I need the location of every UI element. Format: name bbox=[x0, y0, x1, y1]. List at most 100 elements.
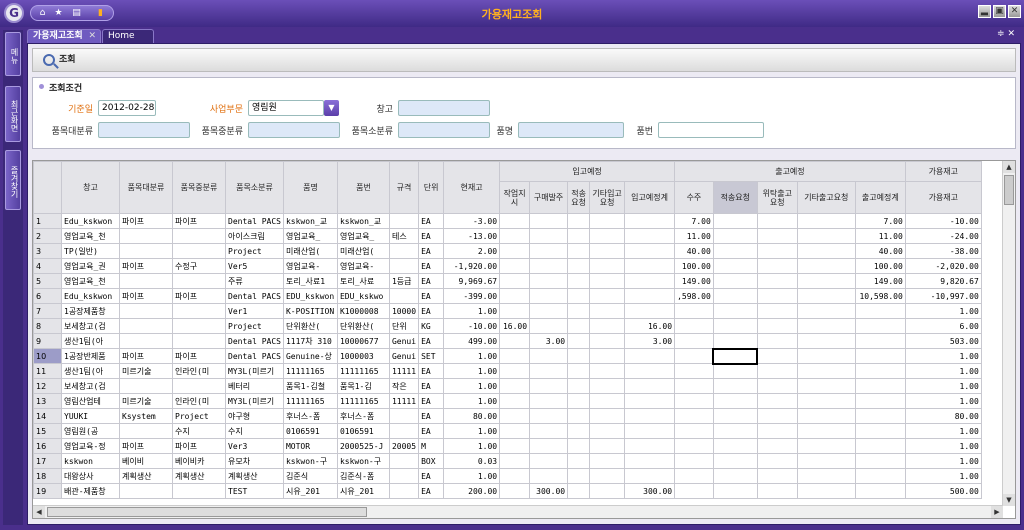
table-cell[interactable] bbox=[756, 408, 798, 424]
table-cell[interactable] bbox=[756, 483, 798, 499]
table-cell[interactable] bbox=[172, 333, 226, 349]
table-cell[interactable]: 1.00 bbox=[443, 363, 501, 379]
table-cell[interactable]: 300.00 bbox=[624, 483, 676, 499]
table-row[interactable]: 5 영업교육_천 주류 토리_사료1 토리_사료 1등급 EA 9,969.67 149.00 1… bbox=[33, 273, 982, 289]
table-cell[interactable]: 80.00 bbox=[443, 408, 501, 424]
table-cell[interactable]: 0.03 bbox=[443, 453, 501, 469]
table-cell[interactable] bbox=[567, 288, 591, 304]
header-warehouse[interactable]: 창고 bbox=[61, 161, 120, 214]
table-cell[interactable] bbox=[796, 303, 856, 319]
table-cell[interactable]: kskwon-구 bbox=[336, 453, 390, 469]
table-cell[interactable] bbox=[589, 243, 626, 259]
table-cell[interactable]: 11111 bbox=[388, 363, 420, 379]
table-cell[interactable] bbox=[499, 228, 531, 244]
table-cell[interactable]: 유모차 bbox=[225, 453, 284, 469]
table-cell[interactable] bbox=[388, 408, 420, 424]
table-cell[interactable]: 보세창고(검 bbox=[61, 318, 120, 334]
table-cell[interactable] bbox=[854, 363, 906, 379]
table-cell[interactable]: 영업교육_권 bbox=[61, 258, 120, 274]
table-cell[interactable]: 500.00 bbox=[904, 483, 982, 499]
table-cell[interactable]: 수지 bbox=[172, 423, 226, 439]
table-cell[interactable]: 1.00 bbox=[443, 468, 501, 484]
table-cell[interactable]: 단위 bbox=[388, 318, 420, 334]
table-cell[interactable]: 후너스-폼 bbox=[282, 408, 338, 424]
table-cell[interactable]: 수정구 bbox=[172, 258, 226, 274]
table-cell[interactable]: 토리_사료1 bbox=[282, 273, 338, 289]
table-cell[interactable] bbox=[119, 303, 173, 319]
table-cell[interactable] bbox=[172, 228, 226, 244]
division-select[interactable]: 영림원 bbox=[248, 100, 324, 116]
table-cell[interactable]: 149.00 bbox=[674, 273, 714, 289]
table-cell[interactable] bbox=[589, 468, 626, 484]
table-cell[interactable]: 40.00 bbox=[854, 243, 906, 259]
table-cell[interactable]: TP(일반) bbox=[61, 243, 120, 259]
table-cell[interactable] bbox=[172, 318, 226, 334]
table-cell[interactable] bbox=[172, 303, 226, 319]
table-cell[interactable] bbox=[567, 423, 591, 439]
table-cell[interactable]: 파이프 bbox=[119, 348, 173, 364]
table-cell[interactable] bbox=[499, 258, 531, 274]
table-cell[interactable]: Edu_kskwon bbox=[61, 213, 120, 229]
sidebar-item-favorites[interactable]: 즐겨찾기 bbox=[5, 150, 21, 210]
table-cell[interactable] bbox=[854, 438, 906, 454]
table-cell[interactable]: EA bbox=[418, 423, 445, 439]
table-cell[interactable] bbox=[756, 243, 798, 259]
table-cell[interactable]: 3.00 bbox=[529, 333, 569, 349]
item-name-field[interactable] bbox=[518, 122, 624, 138]
table-cell[interactable]: kskwon bbox=[61, 453, 120, 469]
table-cell[interactable]: -3.00 bbox=[443, 213, 501, 229]
header-unit[interactable]: 단위 bbox=[418, 161, 445, 214]
table-cell[interactable]: EDU_kskwon bbox=[282, 288, 338, 304]
table-cell[interactable]: EA bbox=[418, 258, 445, 274]
tab-home[interactable]: Home bbox=[102, 29, 154, 43]
table-row[interactable]: 17 kskwon 베이비 베이비카 유모차 kskwon-구 kskwon-구 BOX 0.0… bbox=[33, 453, 982, 469]
table-cell[interactable]: Project bbox=[172, 408, 226, 424]
table-cell[interactable] bbox=[499, 303, 531, 319]
table-cell[interactable]: 파이프 bbox=[119, 438, 173, 454]
table-cell[interactable] bbox=[567, 213, 591, 229]
table-row[interactable]: 8 보세창고(검 Project 단위환산(단위환산(단위 KG -10.00 16.00 1… bbox=[33, 318, 982, 334]
table-cell[interactable] bbox=[756, 288, 798, 304]
table-cell[interactable] bbox=[529, 318, 569, 334]
table-cell[interactable]: 시유_201 bbox=[282, 483, 338, 499]
table-cell[interactable] bbox=[529, 303, 569, 319]
table-cell[interactable] bbox=[854, 378, 906, 394]
table-cell[interactable]: 100.00 bbox=[854, 258, 906, 274]
table-row[interactable]: 1 Edu_kskwon 파이프 파이프 Dental PACS kskwon_교 kskw… bbox=[33, 213, 982, 229]
table-cell[interactable] bbox=[567, 243, 591, 259]
table-cell[interactable] bbox=[119, 243, 173, 259]
table-cell[interactable] bbox=[589, 213, 626, 229]
table-cell[interactable]: 11111165 bbox=[336, 363, 390, 379]
table-cell[interactable] bbox=[624, 243, 676, 259]
table-cell[interactable] bbox=[567, 333, 591, 349]
table-cell[interactable] bbox=[712, 483, 758, 499]
vertical-scrollbar[interactable]: ▲ ▼ bbox=[1002, 161, 1015, 506]
scroll-up-icon[interactable]: ▲ bbox=[1003, 161, 1015, 173]
table-cell[interactable] bbox=[567, 483, 591, 499]
table-cell[interactable]: 1.00 bbox=[443, 348, 501, 364]
table-cell[interactable] bbox=[589, 453, 626, 469]
table-cell[interactable] bbox=[796, 438, 856, 454]
table-cell[interactable] bbox=[854, 483, 906, 499]
table-cell[interactable] bbox=[756, 213, 798, 229]
table-cell[interactable] bbox=[529, 468, 569, 484]
table-cell[interactable] bbox=[589, 228, 626, 244]
table-cell[interactable]: 9,969.67 bbox=[443, 273, 501, 289]
table-cell[interactable] bbox=[499, 408, 531, 424]
table-cell[interactable]: 영업교육_ bbox=[336, 228, 390, 244]
table-cell[interactable] bbox=[567, 228, 591, 244]
table-cell[interactable] bbox=[796, 423, 856, 439]
table-cell[interactable] bbox=[589, 318, 626, 334]
table-cell[interactable]: 단위환산( bbox=[336, 318, 390, 334]
table-cell[interactable] bbox=[712, 318, 758, 334]
table-cell[interactable] bbox=[589, 288, 626, 304]
table-cell[interactable]: 영림원(공 bbox=[61, 423, 120, 439]
table-cell[interactable] bbox=[674, 318, 714, 334]
table-cell[interactable]: Edu_kskwon bbox=[61, 288, 120, 304]
table-cell[interactable] bbox=[796, 453, 856, 469]
table-cell[interactable] bbox=[172, 243, 226, 259]
table-cell[interactable]: 1.00 bbox=[904, 393, 982, 409]
table-cell[interactable] bbox=[499, 393, 531, 409]
horizontal-scrollbar[interactable]: ◀ ▶ bbox=[33, 505, 1003, 518]
table-cell[interactable] bbox=[589, 393, 626, 409]
